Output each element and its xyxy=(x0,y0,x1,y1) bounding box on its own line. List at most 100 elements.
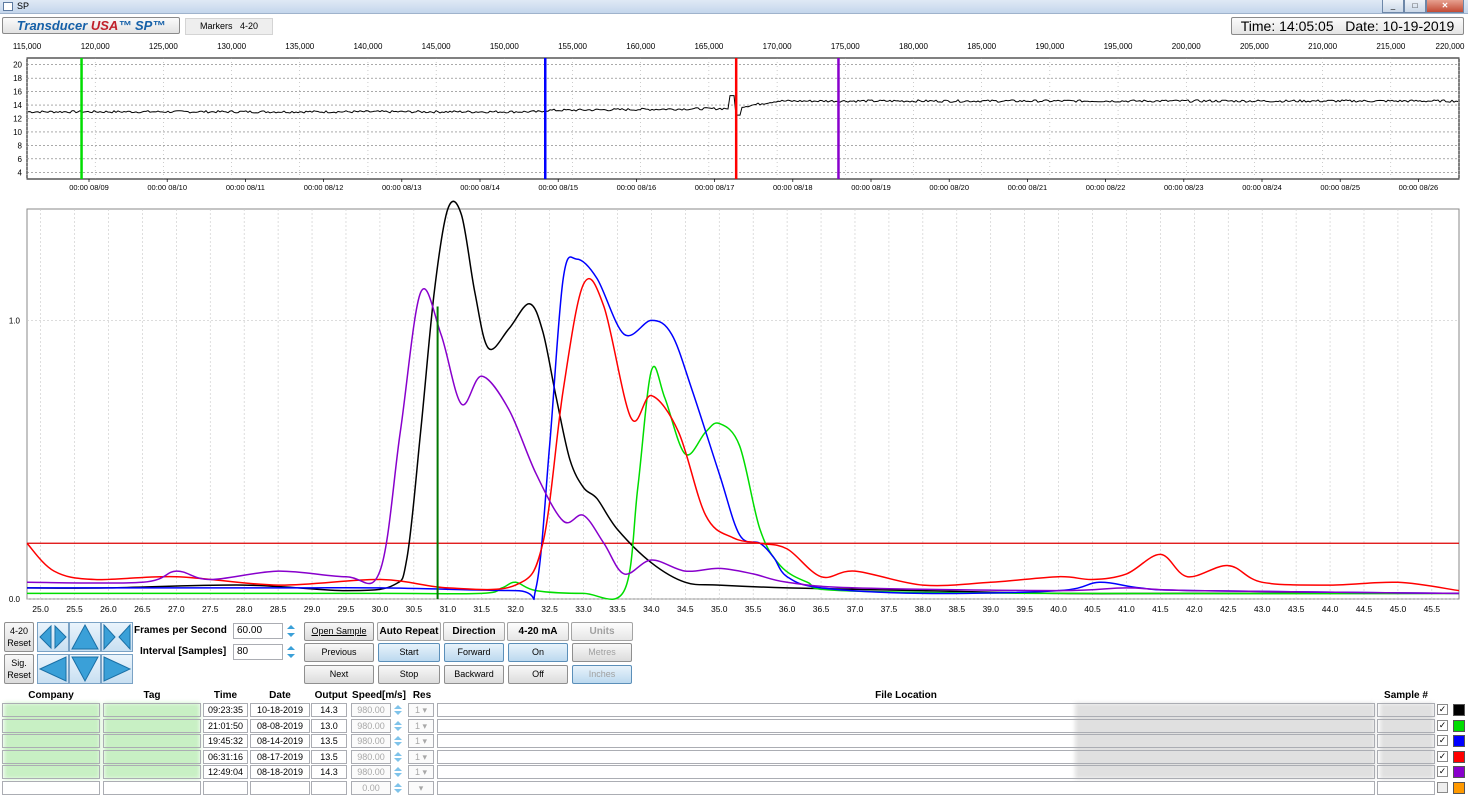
row-company-cell[interactable] xyxy=(2,749,100,764)
row-visible-checkbox[interactable]: ✓ xyxy=(1437,766,1448,777)
row-file-cell[interactable] xyxy=(437,765,1375,779)
row-sample-cell[interactable] xyxy=(1377,765,1435,779)
empty-date-cell[interactable] xyxy=(250,780,310,795)
up-arrow-button[interactable] xyxy=(69,622,101,652)
row-tag-cell[interactable] xyxy=(103,749,201,764)
row-company-cell[interactable] xyxy=(2,734,100,748)
row-company-cell[interactable] xyxy=(2,718,100,733)
row-file-cell[interactable] xyxy=(437,718,1375,733)
row-output-cell[interactable]: 14.3 xyxy=(311,703,347,717)
row-visible-checkbox[interactable]: ✓ xyxy=(1437,735,1448,746)
row-color-swatch[interactable] xyxy=(1453,735,1465,747)
row-time-cell[interactable]: 06:31:16 xyxy=(203,749,248,764)
row-color-swatch[interactable] xyxy=(1453,704,1465,716)
row-file-cell[interactable] xyxy=(437,749,1375,764)
inches-button[interactable]: Inches xyxy=(572,665,632,684)
empty-output-cell[interactable] xyxy=(311,780,347,795)
interval-spinner-icon[interactable] xyxy=(285,644,297,660)
markers-tab[interactable]: Markers 4-20 xyxy=(185,18,273,35)
row-date-cell[interactable]: 08-08-2019 xyxy=(250,718,310,733)
row-output-cell[interactable]: 14.3 xyxy=(311,765,347,779)
off-button[interactable]: Off xyxy=(508,665,568,684)
row-res-cell[interactable]: 1 ▾ xyxy=(408,765,434,779)
row-output-cell[interactable]: 13.5 xyxy=(311,749,347,764)
minimize-button[interactable]: _ xyxy=(1382,0,1404,13)
overview-chart[interactable]: 115,000 120,000 125,000 130,000 135,000 140,0… xyxy=(0,38,1468,198)
row-sample-cell[interactable] xyxy=(1377,734,1435,748)
row-company-cell[interactable] xyxy=(2,703,100,717)
row-date-cell[interactable]: 10-18-2019 xyxy=(250,703,310,717)
row-tag-cell[interactable] xyxy=(103,765,201,779)
row-company-cell[interactable] xyxy=(2,765,100,779)
speed-spinner-icon[interactable] xyxy=(393,765,403,779)
maximize-button[interactable]: □ xyxy=(1404,0,1426,13)
brand-button[interactable]: Transducer USA™ SP™ xyxy=(2,17,180,34)
right-arrow-button[interactable] xyxy=(101,654,133,684)
row-speed-cell[interactable]: 980.00 xyxy=(351,703,391,717)
row-time-cell[interactable]: 09:23:35 xyxy=(203,703,248,717)
waveform-chart[interactable]: 1.00.0 25.0 25.5 26.0 26.5 27.0 27.5 28.0 28.5 2… xyxy=(0,200,1468,620)
speed-spinner-icon[interactable] xyxy=(393,750,403,764)
left-arrow-button[interactable] xyxy=(37,654,69,684)
speed-spinner-icon[interactable] xyxy=(393,719,403,733)
fps-input[interactable]: 60.00 xyxy=(233,623,283,639)
empty-color-swatch[interactable] xyxy=(1453,781,1465,794)
row-file-cell[interactable] xyxy=(437,734,1375,748)
down-arrow-button[interactable] xyxy=(69,654,101,684)
start-button[interactable]: Start xyxy=(378,643,440,662)
row-output-cell[interactable]: 13.0 xyxy=(311,718,347,733)
row-visible-checkbox[interactable]: ✓ xyxy=(1437,704,1448,715)
row-output-cell[interactable]: 13.5 xyxy=(311,734,347,748)
speed-spinner-icon[interactable] xyxy=(393,734,403,748)
sig-reset-button[interactable]: Sig. Reset xyxy=(4,654,34,684)
empty-file-cell[interactable] xyxy=(437,780,1375,795)
row-sample-cell[interactable] xyxy=(1377,703,1435,717)
previous-button[interactable]: Previous xyxy=(304,643,374,662)
reset-420-button[interactable]: 4-20 Reset xyxy=(4,622,34,652)
row-date-cell[interactable]: 08-17-2019 xyxy=(250,749,310,764)
row-visible-checkbox[interactable]: ✓ xyxy=(1437,719,1448,731)
row-time-cell[interactable]: 19:45:32 xyxy=(203,734,248,748)
next-button[interactable]: Next xyxy=(304,665,374,684)
speed-spinner-icon[interactable] xyxy=(393,781,403,795)
fps-spinner-icon[interactable] xyxy=(285,623,297,639)
row-speed-cell[interactable]: 980.00 xyxy=(351,734,391,748)
row-color-swatch[interactable] xyxy=(1453,750,1465,763)
row-res-cell[interactable]: 1 ▾ xyxy=(408,734,434,748)
row-color-swatch[interactable] xyxy=(1453,719,1465,732)
row-color-swatch[interactable] xyxy=(1453,766,1465,778)
metres-button[interactable]: Metres xyxy=(572,643,632,662)
empty-time-cell[interactable] xyxy=(203,780,248,795)
row-tag-cell[interactable] xyxy=(103,734,201,748)
row-res-cell[interactable]: 1 ▾ xyxy=(408,718,434,733)
row-time-cell[interactable]: 12:49:04 xyxy=(203,765,248,779)
forward-button[interactable]: Forward xyxy=(444,643,504,662)
open-sample-button[interactable]: Open Sample xyxy=(304,622,374,641)
empty-sample-cell[interactable] xyxy=(1377,780,1435,795)
expand-horizontal-button[interactable] xyxy=(101,622,133,652)
row-sample-cell[interactable] xyxy=(1377,718,1435,733)
row-file-cell[interactable] xyxy=(437,703,1375,717)
row-tag-cell[interactable] xyxy=(103,718,201,733)
speed-spinner-icon[interactable] xyxy=(393,703,403,717)
empty-visible-checkbox[interactable] xyxy=(1437,781,1448,793)
on-button[interactable]: On xyxy=(508,643,568,662)
empty-speed-cell[interactable]: 0.00 xyxy=(351,780,391,795)
row-speed-cell[interactable]: 980.00 xyxy=(351,718,391,733)
row-visible-checkbox[interactable]: ✓ xyxy=(1437,750,1448,762)
shrink-horizontal-button[interactable] xyxy=(37,622,69,652)
empty-company-cell[interactable] xyxy=(2,780,100,795)
row-sample-cell[interactable] xyxy=(1377,749,1435,764)
row-tag-cell[interactable] xyxy=(103,703,201,717)
empty-tag-cell[interactable] xyxy=(103,780,201,795)
backward-button[interactable]: Backward xyxy=(444,665,504,684)
row-date-cell[interactable]: 08-18-2019 xyxy=(250,765,310,779)
row-speed-cell[interactable]: 980.00 xyxy=(351,765,391,779)
row-res-cell[interactable]: 1 ▾ xyxy=(408,703,434,717)
row-time-cell[interactable]: 21:01:50 xyxy=(203,718,248,733)
empty-res-cell[interactable]: ▾ xyxy=(408,780,434,795)
stop-button[interactable]: Stop xyxy=(378,665,440,684)
close-button[interactable]: ✕ xyxy=(1426,0,1464,13)
interval-input[interactable]: 80 xyxy=(233,644,283,660)
row-date-cell[interactable]: 08-14-2019 xyxy=(250,734,310,748)
